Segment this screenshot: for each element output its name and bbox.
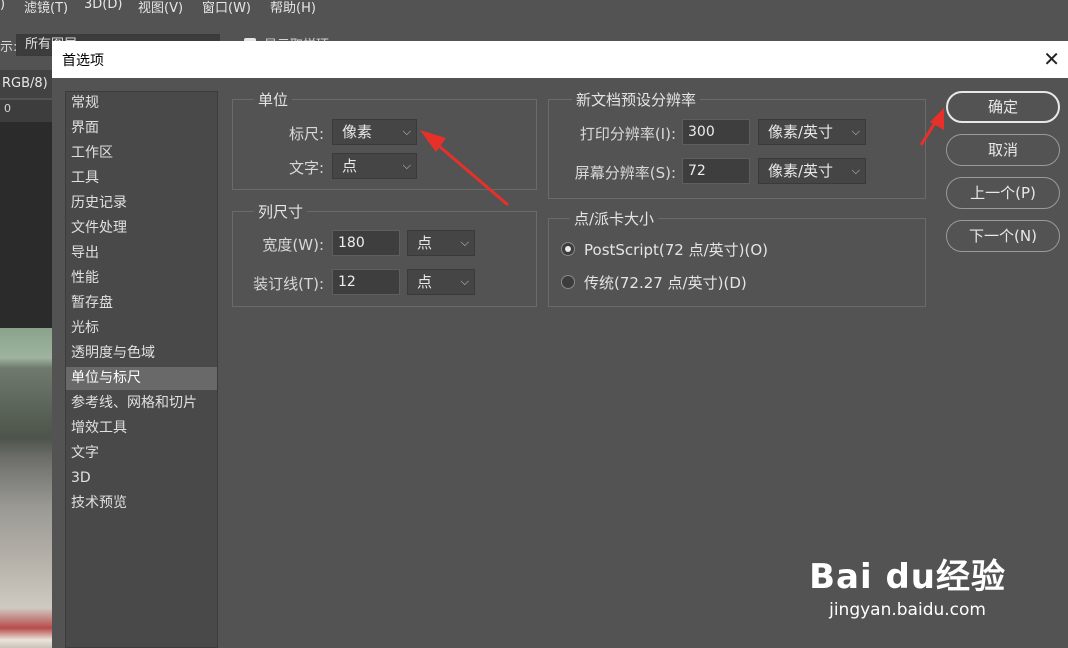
watermark-logo: Bai du经验: [809, 557, 1006, 597]
red-arrow-icon: [420, 130, 509, 207]
red-arrow-icon: [919, 108, 944, 146]
baidu-watermark: Bai du经验 jingyan.baidu.com: [809, 549, 1006, 620]
watermark-url: jingyan.baidu.com: [829, 600, 986, 620]
